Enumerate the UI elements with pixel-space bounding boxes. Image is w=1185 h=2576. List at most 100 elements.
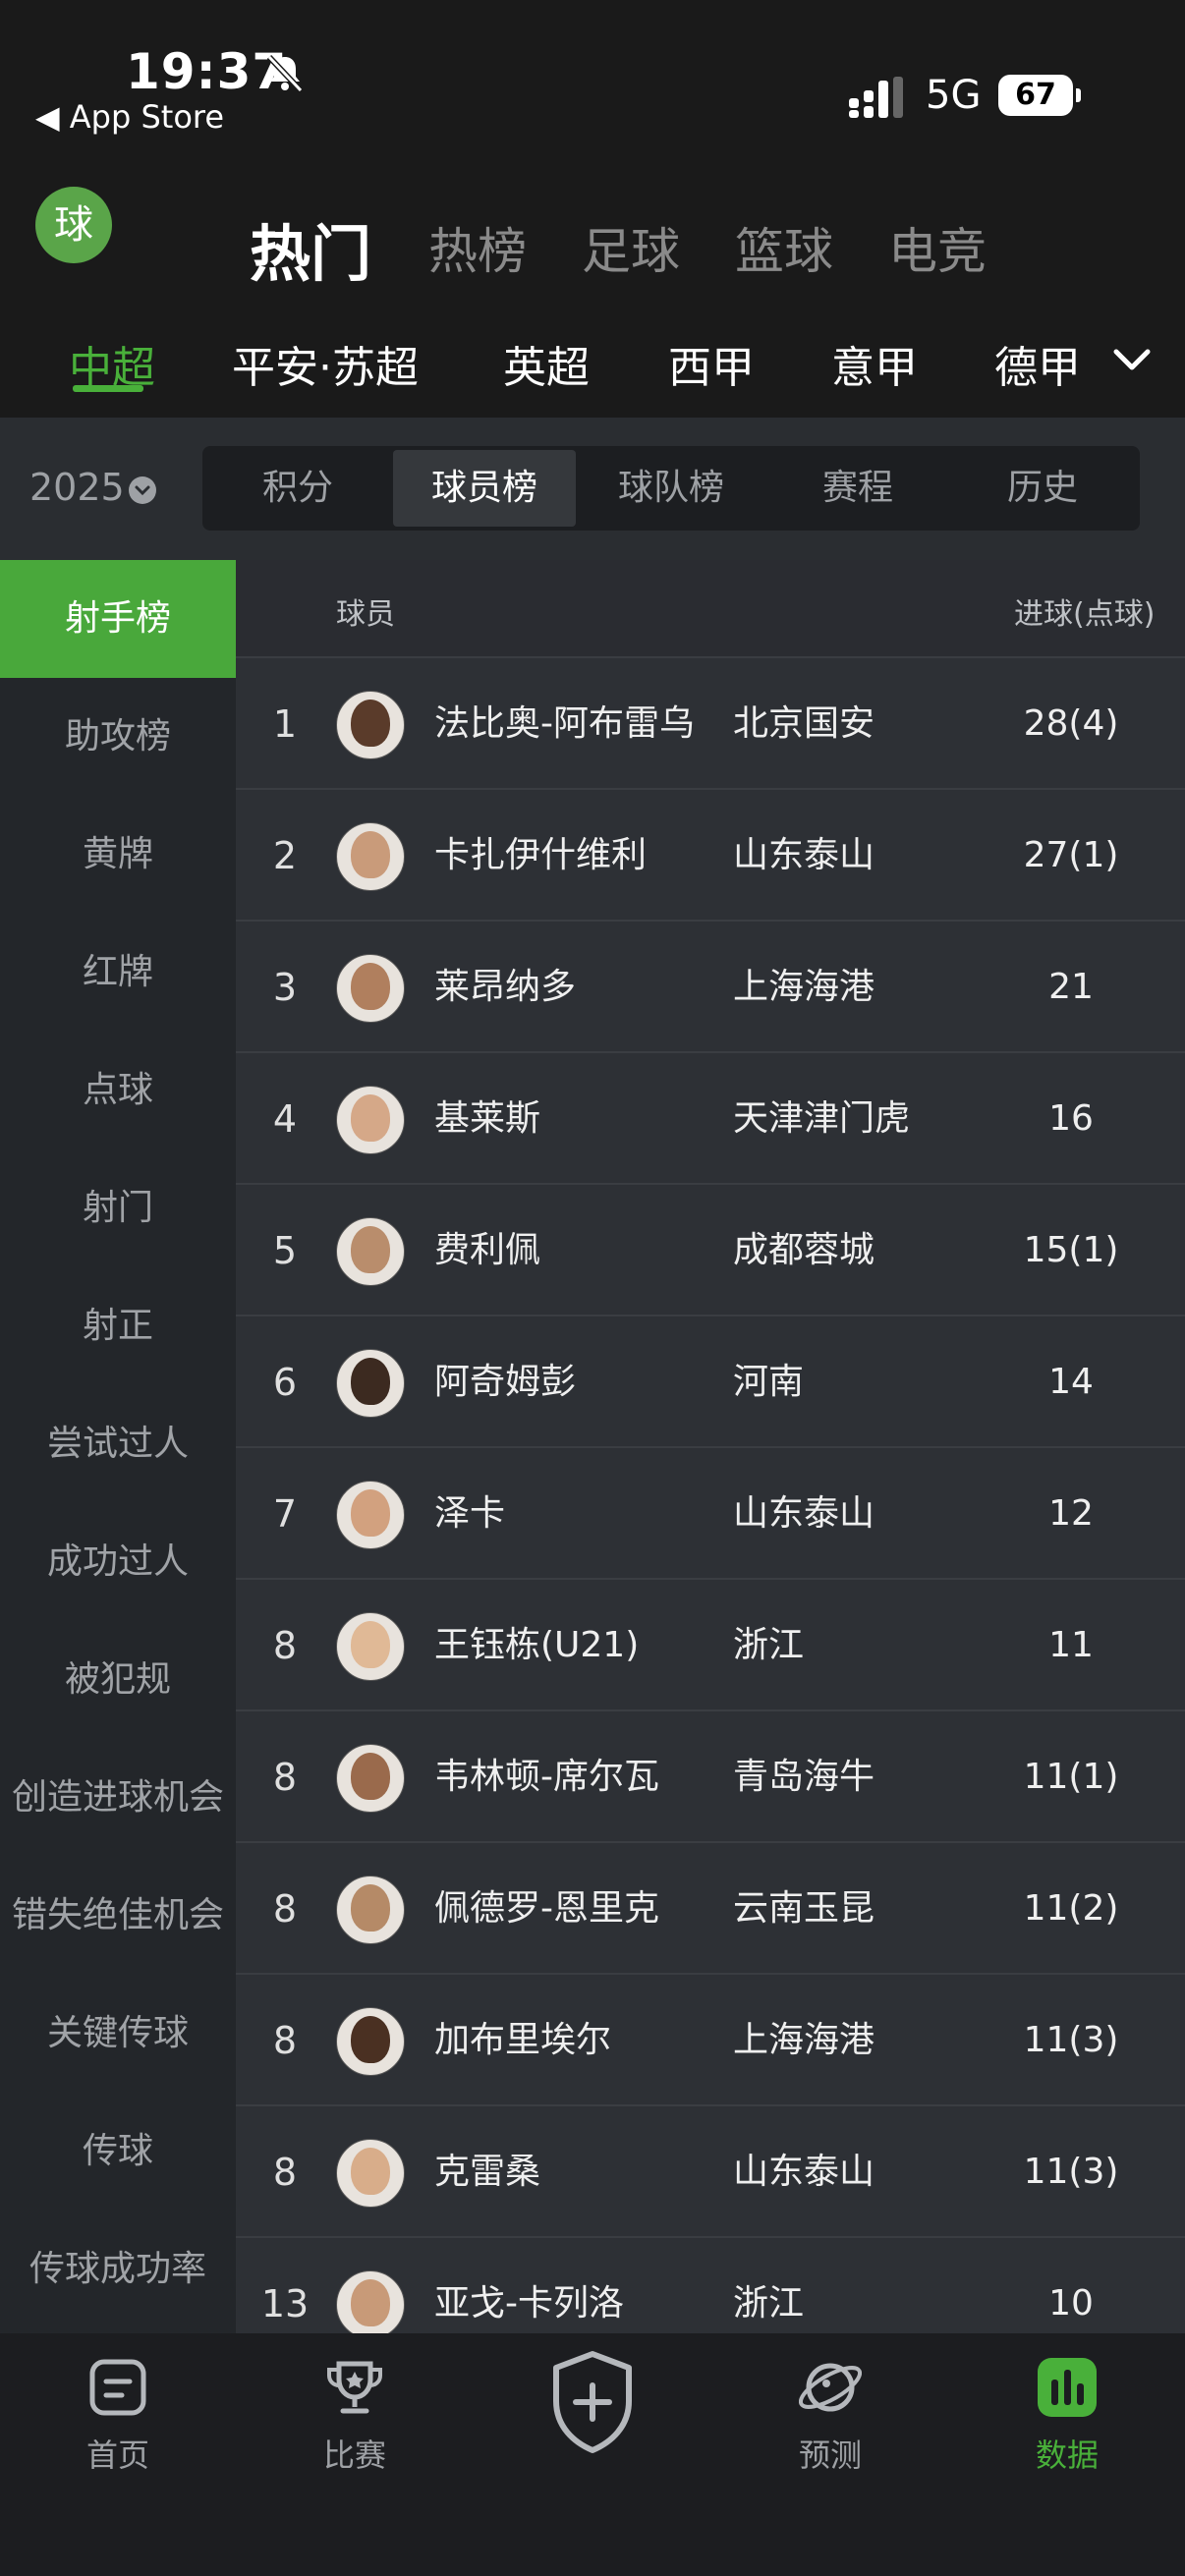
tab-basketball[interactable]: 篮球: [735, 212, 833, 283]
player-name[interactable]: 基莱斯: [434, 1053, 540, 1185]
player-avatar: [336, 1744, 405, 1813]
player-name[interactable]: 王钰栋(U21): [434, 1580, 639, 1711]
nav-home[interactable]: 首页: [44, 2356, 192, 2476]
nav-matches[interactable]: 比赛: [281, 2356, 428, 2476]
league-bundesliga[interactable]: 德甲: [994, 332, 1081, 395]
home-doc-icon: [89, 2359, 146, 2416]
player-goals: 15(1): [1023, 1230, 1119, 1270]
tab-football[interactable]: 足球: [582, 212, 680, 283]
league-su-super[interactable]: 平安·苏超: [232, 332, 419, 395]
table-row[interactable]: 8 克雷桑 山东泰山 11(3): [236, 2104, 1185, 2238]
table-row[interactable]: 5 费利佩 成都蓉城 15(1): [236, 1183, 1185, 1316]
trophy-icon: [327, 2361, 382, 2414]
segment-team-rankings[interactable]: 球队榜: [580, 450, 762, 527]
sidebar-item-assists[interactable]: 助攻榜: [0, 678, 236, 796]
segment-schedule[interactable]: 赛程: [766, 450, 949, 527]
sidebar-item-dribbles-attempted[interactable]: 尝试过人: [0, 1385, 236, 1503]
league-seriea[interactable]: 意甲: [831, 332, 918, 395]
table-row[interactable]: 3 莱昂纳多 上海海港 21: [236, 920, 1185, 1053]
player-team: 上海海港: [733, 2020, 875, 2060]
header-goals: 进球(点球): [1014, 597, 1156, 632]
battery-indicator: 67: [998, 75, 1081, 116]
player-name[interactable]: 佩德罗-恩里克: [434, 1843, 659, 1975]
table-row[interactable]: 8 佩德罗-恩里克 云南玉昆 11(2): [236, 1841, 1185, 1975]
player-rank: 3: [272, 966, 298, 1009]
segment-history[interactable]: 历史: [951, 450, 1134, 527]
sidebar-item-big-chances-missed[interactable]: 错失绝佳机会: [0, 1857, 236, 1975]
player-team: 河南: [733, 1362, 805, 1402]
nav-predictions-label: 预测: [798, 2436, 862, 2474]
shield-plus-icon: [553, 2351, 632, 2453]
player-goals: 12: [1048, 1493, 1094, 1534]
app-logo[interactable]: 球: [35, 187, 112, 263]
player-team: 成都蓉城: [733, 1230, 875, 1270]
sidebar-item-penalties[interactable]: 点球: [0, 1032, 236, 1149]
tab-esports[interactable]: 电竞: [888, 212, 987, 283]
player-avatar: [336, 1086, 405, 1154]
sidebar-item-fouled[interactable]: 被犯规: [0, 1621, 236, 1739]
player-team: 天津津门虎: [733, 1098, 911, 1139]
player-rank: 2: [272, 834, 298, 877]
player-name[interactable]: 费利佩: [434, 1185, 540, 1316]
segment-player-rankings[interactable]: 球员榜: [393, 450, 576, 527]
player-team: 山东泰山: [733, 1493, 875, 1534]
signal-icon: [849, 77, 903, 118]
player-avatar: [336, 2007, 405, 2076]
player-name[interactable]: 韦林顿-席尔瓦: [434, 1711, 659, 1843]
table-row[interactable]: 1 法比奥-阿布雷乌 北京国安 28(4): [236, 656, 1185, 790]
tab-hot[interactable]: 热门: [250, 204, 371, 293]
bar-chart-icon: [1038, 2358, 1097, 2417]
chevron-down-circle-icon[interactable]: [128, 476, 157, 505]
table-row[interactable]: 4 基莱斯 天津津门虎 16: [236, 1051, 1185, 1185]
chevron-down-icon[interactable]: [1110, 346, 1154, 375]
season-selector[interactable]: 2025: [29, 466, 125, 509]
tab-hot-list[interactable]: 热榜: [428, 212, 527, 283]
player-name[interactable]: 阿奇姆彭: [434, 1316, 576, 1448]
player-rank: 8: [272, 1756, 298, 1799]
nav-home-label: 首页: [85, 2436, 149, 2474]
league-epl[interactable]: 英超: [503, 332, 590, 395]
table-row[interactable]: 7 泽卡 山东泰山 12: [236, 1446, 1185, 1580]
sidebar-item-pass-accuracy[interactable]: 传球成功率: [0, 2211, 236, 2328]
player-goals: 11(1): [1023, 1757, 1119, 1797]
nav-data[interactable]: 数据: [993, 2356, 1141, 2476]
table-row[interactable]: 8 王钰栋(U21) 浙江 11: [236, 1578, 1185, 1711]
player-rank: 7: [272, 1492, 298, 1536]
sidebar-item-chances-created[interactable]: 创造进球机会: [0, 1739, 236, 1857]
player-name[interactable]: 卡扎伊什维利: [434, 790, 647, 922]
player-goals: 14: [1048, 1362, 1094, 1402]
sidebar-item-shots[interactable]: 射门: [0, 1149, 236, 1267]
sidebar-item-shots-on-target[interactable]: 射正: [0, 1267, 236, 1385]
player-name[interactable]: 法比奥-阿布雷乌: [434, 658, 695, 790]
player-team: 浙江: [733, 1625, 805, 1665]
sidebar-item-passes[interactable]: 传球: [0, 2093, 236, 2211]
player-avatar: [336, 954, 405, 1023]
table-row[interactable]: 6 阿奇姆彭 河南 14: [236, 1315, 1185, 1448]
league-laliga[interactable]: 西甲: [668, 332, 755, 395]
player-name[interactable]: 克雷桑: [434, 2106, 540, 2238]
player-avatar: [336, 1217, 405, 1286]
player-team: 山东泰山: [733, 835, 875, 875]
nav-matches-label: 比赛: [322, 2436, 386, 2474]
player-name[interactable]: 莱昂纳多: [434, 922, 576, 1053]
table-row[interactable]: 2 卡扎伊什维利 山东泰山 27(1): [236, 788, 1185, 922]
player-goals: 21: [1048, 967, 1094, 1007]
back-to-app-store[interactable]: ◀ App Store: [35, 98, 224, 136]
segment-standings[interactable]: 积分: [206, 450, 389, 527]
player-avatar: [336, 1481, 405, 1549]
sidebar-item-key-passes[interactable]: 关键传球: [0, 1975, 236, 2093]
player-rank: 6: [272, 1361, 298, 1404]
player-name[interactable]: 加布里埃尔: [434, 1975, 611, 2106]
sidebar-item-dribbles-successful[interactable]: 成功过人: [0, 1503, 236, 1621]
sidebar-item-scorers[interactable]: 射手榜: [0, 560, 236, 678]
nav-center-action[interactable]: [519, 2348, 666, 2456]
table-row[interactable]: 8 加布里埃尔 上海海港 11(3): [236, 1973, 1185, 2106]
planet-icon: [798, 2363, 863, 2412]
nav-predictions[interactable]: 预测: [757, 2356, 904, 2476]
header-player: 球员: [336, 597, 395, 632]
player-team: 云南玉昆: [733, 1888, 875, 1929]
sidebar-item-red-cards[interactable]: 红牌: [0, 914, 236, 1032]
table-row[interactable]: 8 韦林顿-席尔瓦 青岛海牛 11(1): [236, 1709, 1185, 1843]
player-name[interactable]: 泽卡: [434, 1448, 505, 1580]
sidebar-item-yellow-cards[interactable]: 黄牌: [0, 796, 236, 914]
